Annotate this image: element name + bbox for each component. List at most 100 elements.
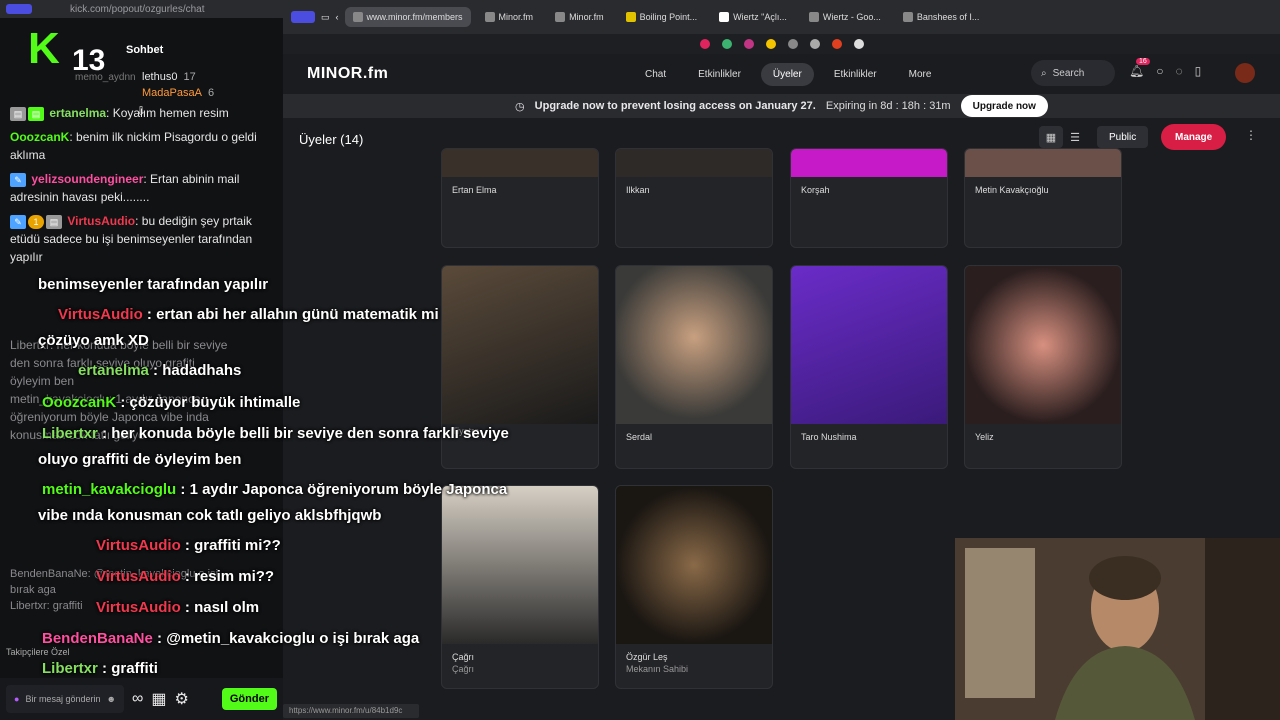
tab-favicon-icon: [808, 12, 819, 22]
avatar[interactable]: [1235, 63, 1255, 83]
tab-favicon-icon: [352, 12, 363, 22]
search-button[interactable]: ⌕ Search: [1031, 60, 1115, 86]
chat-message: ✎ yelizsoundengineer: Ertan abinin mail …: [10, 172, 240, 204]
chat-message: OoozcanK: benim ilk nickim Pisagordu o g…: [10, 130, 257, 162]
grid-view-icon[interactable]: ▦: [1039, 126, 1063, 148]
nav-events[interactable]: Etkinlikler: [686, 63, 753, 86]
member-name: Çağrı: [452, 652, 475, 662]
back-icon[interactable]: ‹: [336, 12, 339, 22]
faded-line: bırak aga: [10, 584, 56, 596]
member-photo: [442, 149, 598, 177]
tab-label: Minor.fm: [569, 12, 604, 22]
member-name: Ertan Elma: [452, 185, 497, 195]
gifter-row[interactable]: MadaPasaA 6: [142, 85, 214, 101]
member-card[interactable]: Tiyatro: [441, 265, 599, 469]
tab-minor[interactable]: Minor.fm: [477, 7, 542, 27]
chat-username[interactable]: yelizsoundengineer: [31, 172, 143, 186]
chat-input-placeholder: Bir mesaj gönderin: [25, 694, 101, 704]
chat-input[interactable]: ● Bir mesaj gönderin ☻: [6, 685, 124, 713]
bookmark-icon[interactable]: [787, 39, 798, 49]
member-photo: [791, 149, 947, 177]
gifter-count: 6: [207, 87, 215, 99]
tab-boiling[interactable]: Boiling Point...: [618, 7, 706, 27]
member-name: Yeliz: [975, 432, 994, 442]
tab-favicon-icon: [902, 12, 913, 22]
emoji-icon[interactable]: ☻: [106, 694, 115, 704]
store-icon[interactable]: ▦: [151, 689, 166, 709]
member-name: Metin Kavakçıoğlu: [975, 185, 1049, 195]
users-icon[interactable]: ∞: [132, 690, 143, 708]
tab-minor-2[interactable]: Minor.fm: [547, 7, 612, 27]
kick-chat-window: kick.com/popout/ozgurles/chat K 13 Sohbe…: [0, 0, 283, 720]
member-card[interactable]: Metin Kavakçıoğlu: [964, 148, 1122, 248]
messages-icon[interactable]: ◌: [1175, 64, 1182, 78]
tab-wiertz[interactable]: Wiertz "Açlı...: [711, 7, 795, 27]
member-card[interactable]: Yeliz: [964, 265, 1122, 469]
site-logo[interactable]: MINOR.fm: [307, 65, 388, 83]
gifter-name: lethus0: [142, 71, 178, 83]
member-card[interactable]: Taro Nushima: [790, 265, 948, 469]
webcam-image: [955, 538, 1280, 720]
bookmark-icon[interactable]: [853, 39, 864, 49]
member-photo: [616, 149, 772, 177]
public-button[interactable]: Public: [1097, 126, 1149, 148]
member-card[interactable]: Özgür Leş Mekanın Sahibi: [615, 485, 773, 689]
bell-icon[interactable]: 🔔︎ 16: [1129, 58, 1150, 78]
tab-members[interactable]: www.minor.fm/members: [344, 7, 471, 27]
member-photo: [616, 486, 772, 644]
faded-line: metin_kavakcioglu: 1 aydır Japonca: [10, 392, 201, 406]
nav-events-2[interactable]: Etkinlikler: [822, 63, 889, 86]
chat-username[interactable]: ertanelma: [49, 106, 106, 120]
nav-members[interactable]: Üyeler: [760, 62, 814, 86]
bookmark-icon[interactable]: [831, 39, 842, 49]
sidebar-toggle-icon[interactable]: [6, 4, 32, 14]
tab-groups-icon[interactable]: [291, 11, 315, 23]
member-card[interactable]: Çağrı Çağrı: [441, 485, 599, 689]
member-name: Ilkkan: [626, 185, 650, 195]
tab-favicon-icon: [484, 12, 495, 22]
upgrade-button[interactable]: Upgrade now: [960, 95, 1048, 117]
chat-username[interactable]: VirtusAudio: [67, 214, 135, 228]
mic-icon[interactable]: ●: [14, 694, 19, 704]
kick-window-bar: kick.com/popout/ozgurles/chat: [0, 0, 283, 18]
kick-logo: K: [28, 24, 60, 73]
site-nav: MINOR.fm Chat Etkinlikler Üyeler Etkinli…: [283, 54, 1280, 94]
chat-username[interactable]: OoozcanK: [10, 130, 69, 144]
tab-banshees[interactable]: Banshees of I...: [895, 7, 988, 27]
more-options-icon[interactable]: ⋮: [1245, 128, 1257, 142]
gifter-row[interactable]: lethus0 17: [142, 69, 214, 85]
send-button[interactable]: Gönder: [221, 688, 277, 710]
bookmarks-bar: [283, 34, 1280, 54]
badge-icon: ▤: [10, 106, 26, 121]
sidebar-icon[interactable]: ▭: [321, 12, 330, 23]
nav-icons: 🔔︎ 16 ○ ◌ ▯: [1129, 58, 1202, 78]
tab-label: Wiertz "Açlı...: [733, 12, 787, 22]
member-card[interactable]: Ilkkan: [615, 148, 773, 248]
bookmark-icon[interactable]: [743, 39, 754, 49]
follower-only-label: Takipçilere Özel: [6, 647, 70, 657]
member-sub: Çağrı: [452, 664, 475, 674]
member-card[interactable]: Serdal: [615, 265, 773, 469]
manage-button[interactable]: Manage: [1161, 124, 1227, 150]
badge-icon: ✎: [10, 214, 26, 229]
member-photo: [791, 266, 947, 424]
tab-favicon-icon: [719, 12, 730, 22]
bookmark-icon[interactable]: [699, 39, 710, 49]
chat-bubble-icon[interactable]: ○: [1156, 64, 1163, 78]
tab-label: Minor.fm: [498, 12, 534, 22]
faded-line: den sonra farklı seviye oluyo grafiti: [10, 356, 195, 370]
bookmark-nav-icon[interactable]: ▯: [1195, 64, 1202, 78]
tab-wiertz-google[interactable]: Wiertz - Goo...: [801, 7, 889, 27]
list-view-icon[interactable]: ☰: [1063, 126, 1087, 148]
bookmark-icon[interactable]: [809, 39, 820, 49]
nav-more[interactable]: More: [897, 63, 944, 86]
nav-chat[interactable]: Chat: [633, 63, 678, 86]
view-toggle: ▦ ☰: [1039, 126, 1087, 148]
webcam-feed: [955, 538, 1280, 720]
tab-label: Wiertz - Goo...: [822, 12, 881, 22]
settings-icon[interactable]: ⚙: [175, 689, 189, 709]
member-card[interactable]: Ertan Elma: [441, 148, 599, 248]
bookmark-icon[interactable]: [765, 39, 776, 49]
bookmark-icon[interactable]: [721, 39, 732, 49]
member-card[interactable]: Korşah: [790, 148, 948, 248]
